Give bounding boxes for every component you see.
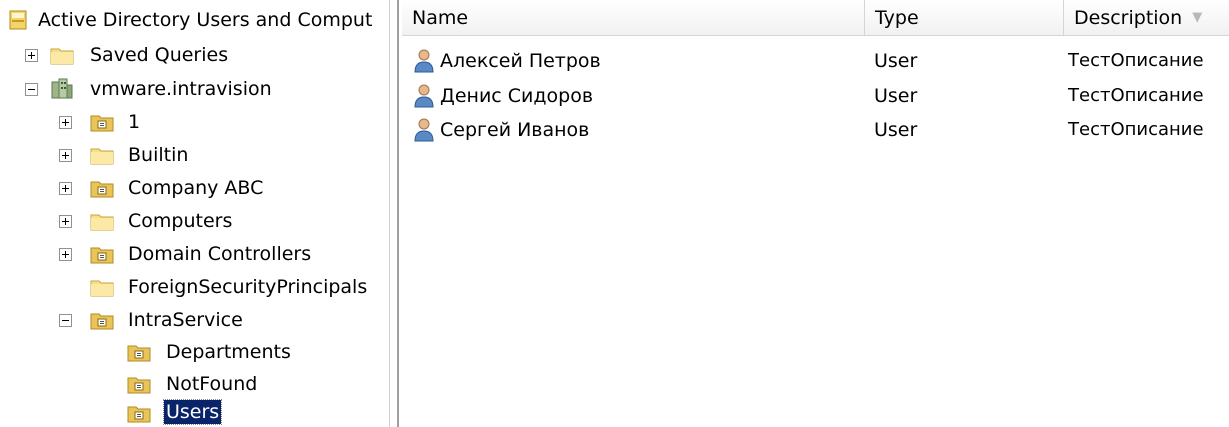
organizational-unit-icon — [127, 341, 151, 363]
cell-description: ТестОписание — [1068, 85, 1204, 106]
tree-item-departments[interactable]: Departments — [0, 336, 389, 368]
tree-item-notfound[interactable]: NotFound — [0, 368, 389, 400]
tree-item-saved-queries[interactable]: Saved Queries — [0, 39, 389, 71]
organizational-unit-icon — [90, 243, 114, 265]
tree-item-intraservice[interactable]: IntraService — [0, 304, 389, 336]
organizational-unit-icon — [127, 402, 151, 424]
tree-root-label: Active Directory Users and Comput — [38, 9, 373, 31]
column-header-label: Description — [1074, 6, 1183, 29]
cell-name: Алексей Петров — [440, 50, 601, 72]
column-header-description[interactable]: Description ▼ — [1064, 0, 1229, 36]
tree-item-label: 1 — [128, 111, 141, 133]
column-header-label: Name — [412, 6, 469, 29]
tree-item-label: NotFound — [166, 373, 258, 395]
cell-description: ТестОписание — [1068, 119, 1204, 140]
column-header-name[interactable]: Name — [402, 0, 865, 36]
tree-item-label: ForeignSecurityPrincipals — [128, 276, 368, 298]
cell-type: User — [874, 50, 918, 72]
user-icon — [414, 49, 434, 73]
sort-down-icon: ▼ — [1192, 10, 1203, 25]
collapse-icon[interactable] — [25, 83, 38, 96]
tree-item-label-selected: Users — [162, 399, 223, 425]
organizational-unit-icon — [127, 373, 151, 395]
folder-icon — [90, 210, 114, 232]
collapse-icon[interactable] — [59, 314, 72, 327]
expand-icon[interactable] — [59, 215, 72, 228]
expand-icon[interactable] — [59, 182, 72, 195]
user-icon — [414, 118, 434, 142]
tree-item-label: IntraService — [128, 309, 243, 331]
organizational-unit-icon — [90, 111, 114, 133]
list-pane: Name Type Description ▼ Алексей Петров U… — [402, 0, 1229, 427]
organizational-unit-icon — [90, 309, 114, 331]
tree-item-label: vmware.intravision — [90, 78, 272, 100]
domain-icon — [50, 78, 73, 100]
tree-item-label: Departments — [166, 341, 291, 363]
tree-item-ou-1[interactable]: 1 — [0, 106, 389, 138]
column-header-type[interactable]: Type — [865, 0, 1064, 36]
tree-item-foreign-security-principals[interactable]: ForeignSecurityPrincipals — [0, 271, 389, 303]
column-header-label: Type — [875, 6, 919, 29]
tree-item-label: Builtin — [128, 144, 189, 166]
user-icon — [414, 84, 434, 108]
tree-root[interactable]: Active Directory Users and Comput — [0, 4, 389, 36]
expand-icon[interactable] — [59, 149, 72, 162]
expand-icon[interactable] — [59, 248, 72, 261]
cell-type: User — [874, 119, 918, 141]
tree-item-company-abc[interactable]: Company ABC — [0, 172, 389, 204]
folder-icon — [90, 144, 114, 166]
pane-splitter[interactable] — [389, 0, 403, 427]
tree-item-label: Company ABC — [128, 177, 264, 199]
tree-item-label: Saved Queries — [90, 44, 229, 66]
tree-item-domain-controllers[interactable]: Domain Controllers — [0, 238, 389, 270]
cell-description: ТестОписание — [1068, 50, 1204, 71]
expand-icon[interactable] — [59, 116, 72, 129]
cell-name: Денис Сидоров — [440, 85, 594, 107]
cell-name: Сергей Иванов — [440, 119, 590, 141]
tree-item-label: Computers — [128, 210, 233, 232]
tree-item-computers[interactable]: Computers — [0, 205, 389, 237]
expand-icon[interactable] — [25, 49, 38, 62]
organizational-unit-icon — [90, 177, 114, 199]
tree-item-users[interactable]: Users — [0, 397, 389, 427]
folder-icon — [50, 44, 74, 66]
tree-item-builtin[interactable]: Builtin — [0, 139, 389, 171]
cell-type: User — [874, 85, 918, 107]
folder-icon — [90, 276, 114, 298]
tree-item-domain[interactable]: vmware.intravision — [0, 73, 389, 105]
tree-item-label: Domain Controllers — [128, 243, 312, 265]
list-row[interactable]: Сергей Иванов User ТестОписание — [402, 114, 1229, 146]
aduc-console-icon — [7, 9, 29, 31]
list-row[interactable]: Алексей Петров User ТестОписание — [402, 45, 1229, 77]
list-row[interactable]: Денис Сидоров User ТестОписание — [402, 80, 1229, 112]
tree-pane: Active Directory Users and Comput Saved … — [0, 0, 389, 427]
